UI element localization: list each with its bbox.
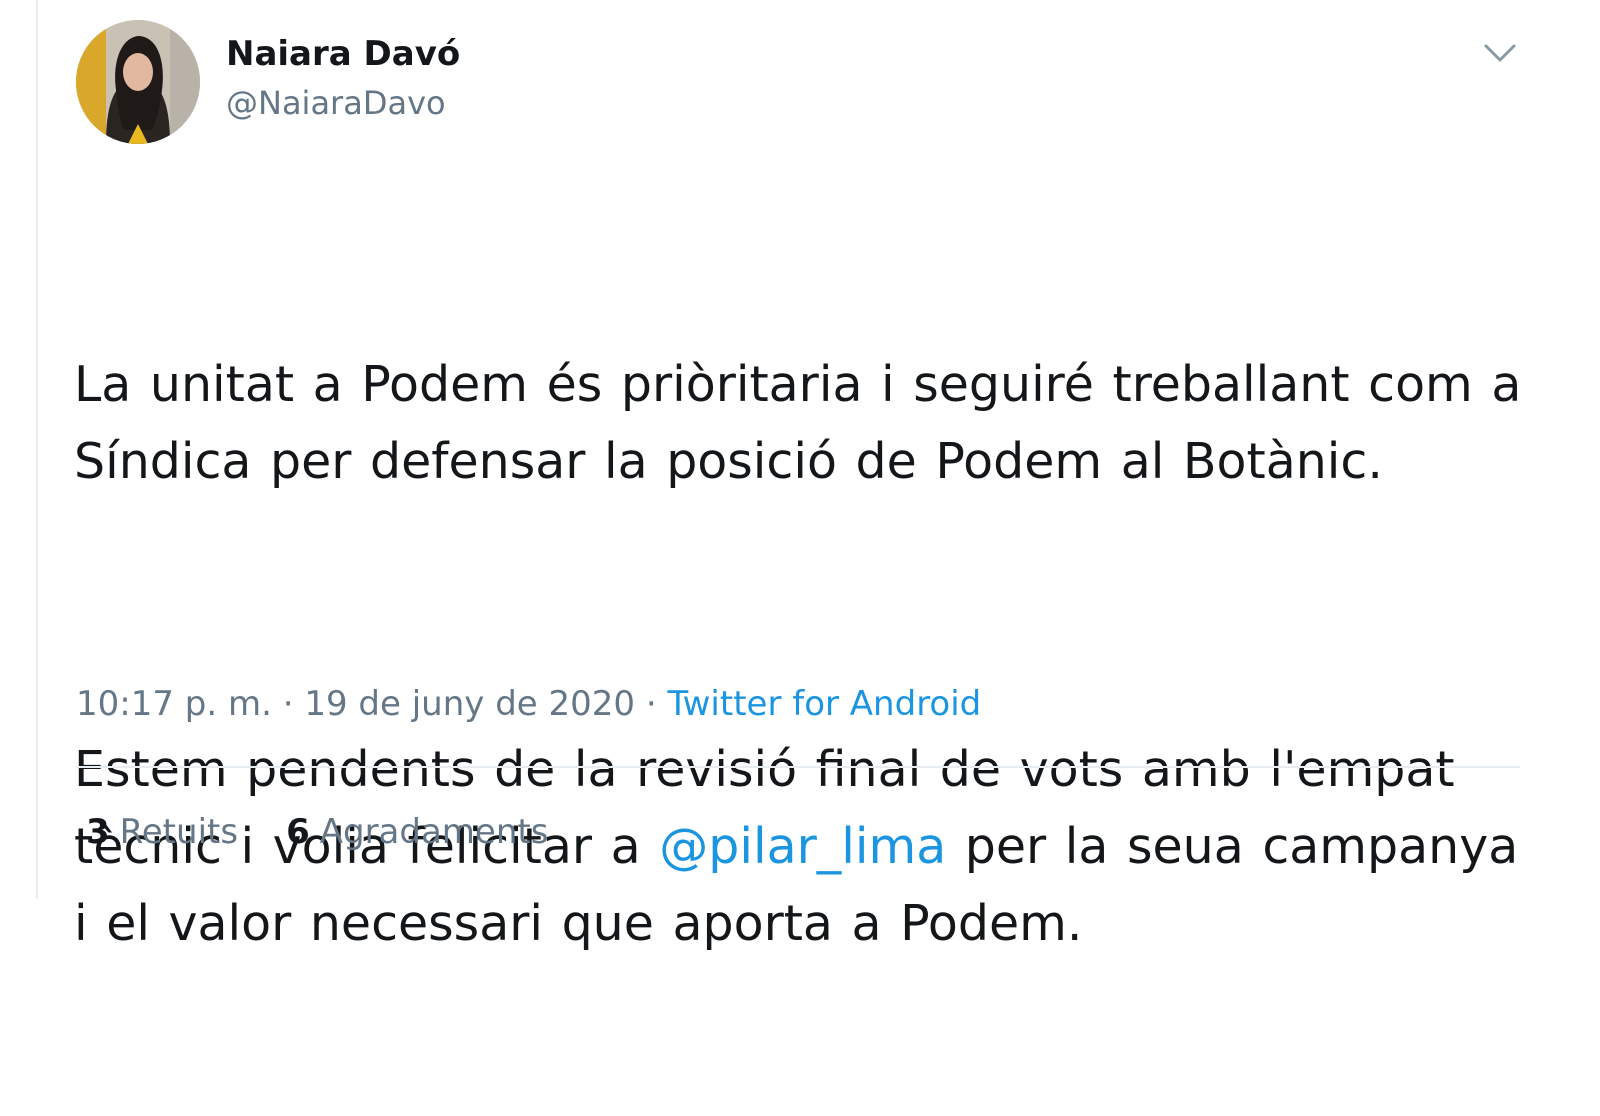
likes-count: 6: [286, 812, 310, 852]
tweet-paragraph: La unitat a Podem és priòritaria i segui…: [74, 356, 1540, 490]
mention-link[interactable]: @pilar_lima: [659, 818, 946, 875]
meta-separator: ·: [635, 684, 668, 724]
tweet-stats: 3 Retuits 6 Agradaments: [86, 812, 596, 852]
meta-separator: ·: [271, 684, 305, 724]
tweet-source-link[interactable]: Twitter for Android: [667, 684, 981, 724]
tweet-text: La unitat a Podem és priòritaria i segui…: [74, 192, 1544, 1116]
likes-label: Agradaments: [319, 812, 549, 852]
retweets-stat[interactable]: 3 Retuits: [86, 812, 238, 852]
author-handle[interactable]: @NaiaraDavo: [226, 84, 446, 122]
retweets-label: Retuits: [119, 812, 239, 852]
tweet-metadata: 10:17 p. m. · 19 de juny de 2020 · Twitt…: [76, 684, 981, 724]
chevron-down-icon[interactable]: [1480, 34, 1520, 70]
avatar[interactable]: [76, 20, 200, 144]
retweets-count: 3: [86, 812, 110, 852]
tweet-time[interactable]: 10:17 p. m.: [76, 684, 272, 724]
likes-stat[interactable]: 6 Agradaments: [286, 812, 548, 852]
tweet-date[interactable]: 19 de juny de 2020: [304, 684, 635, 724]
divider: [76, 766, 1520, 768]
tweet-card: Naiara Davó @NaiaraDavo La unitat a Pode…: [0, 0, 1600, 952]
card-border: [36, 0, 38, 899]
author-display-name[interactable]: Naiara Davó: [226, 34, 460, 74]
